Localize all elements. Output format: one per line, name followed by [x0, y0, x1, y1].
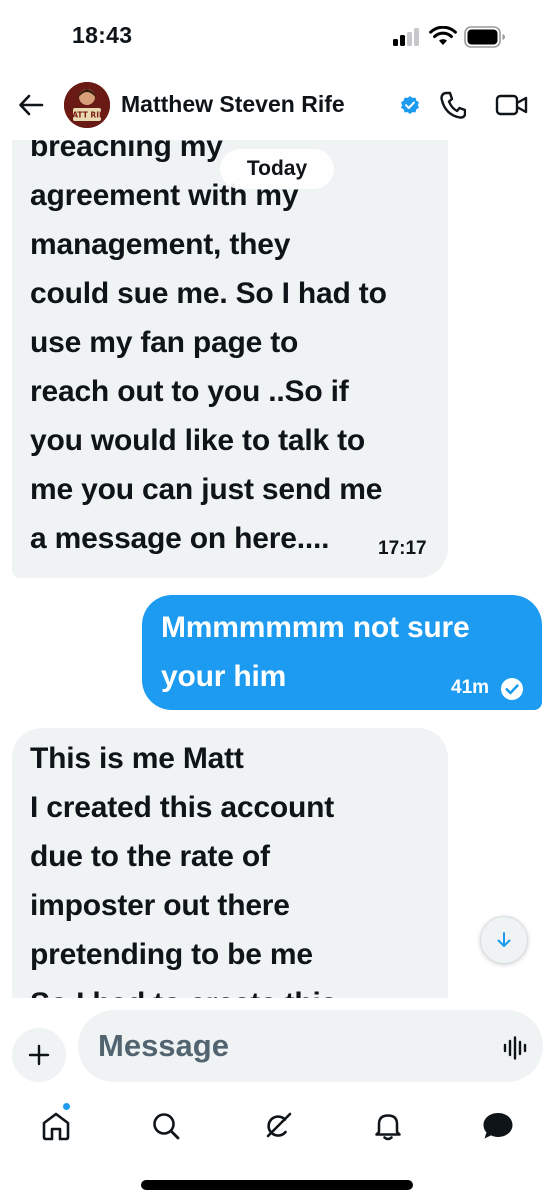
phone-icon [440, 91, 466, 119]
conversation-header: MATT RIFE Matthew Steven Rife [0, 70, 554, 140]
verified-badge-icon [401, 96, 419, 114]
message-bubble-incoming[interactable]: This is me Matt I created this account d… [12, 728, 448, 998]
contact-name[interactable]: Matthew Steven Rife [121, 91, 345, 118]
voice-waveform-icon[interactable] [502, 1036, 530, 1060]
message-text: breaching my agreement with my managemen… [30, 140, 387, 555]
avatar[interactable]: MATT RIFE [64, 82, 110, 128]
home-indicator [141, 1180, 413, 1190]
battery-icon [464, 26, 505, 48]
chat-bubble-icon [483, 1113, 513, 1139]
plus-icon [28, 1044, 50, 1066]
read-check-icon [501, 678, 523, 700]
tab-messages[interactable] [476, 1104, 520, 1148]
arrow-down-icon [497, 932, 511, 947]
tab-notifications[interactable] [366, 1104, 410, 1148]
avatar-text: MATT RIFE [65, 111, 110, 120]
message-placeholder: Message [98, 1028, 229, 1063]
video-camera-icon [495, 94, 528, 116]
message-timestamp: 41m [451, 677, 490, 698]
status-bar: 18:43 [0, 0, 554, 70]
message-bubble-incoming[interactable]: breaching my agreement with my managemen… [12, 140, 448, 578]
scroll-to-bottom-button[interactable] [480, 916, 528, 964]
video-call-button[interactable] [494, 89, 530, 121]
grok-icon [266, 1112, 292, 1138]
arrow-left-icon [19, 94, 44, 116]
date-separator: Today [220, 149, 334, 189]
status-time: 18:43 [72, 22, 133, 48]
message-text: This is me Matt I created this account d… [30, 742, 337, 998]
home-icon [42, 1112, 70, 1141]
search-icon [153, 1113, 180, 1140]
notification-dot [62, 1102, 71, 1111]
add-attachment-button[interactable] [12, 1028, 66, 1082]
wifi-icon [429, 26, 457, 45]
tab-home[interactable] [34, 1102, 78, 1148]
avatar-image: MATT RIFE [64, 82, 110, 128]
tab-grok[interactable] [256, 1104, 300, 1148]
message-list[interactable]: breaching my agreement with my managemen… [0, 140, 554, 998]
message-composer: Message [0, 998, 554, 1094]
bell-icon [375, 1114, 401, 1141]
tab-search[interactable] [144, 1104, 188, 1148]
call-button[interactable] [436, 87, 470, 123]
back-button[interactable] [14, 88, 48, 122]
message-timestamp: 17:17 [378, 538, 427, 559]
message-input[interactable]: Message [78, 1010, 543, 1082]
cellular-signal-icon [393, 28, 421, 46]
